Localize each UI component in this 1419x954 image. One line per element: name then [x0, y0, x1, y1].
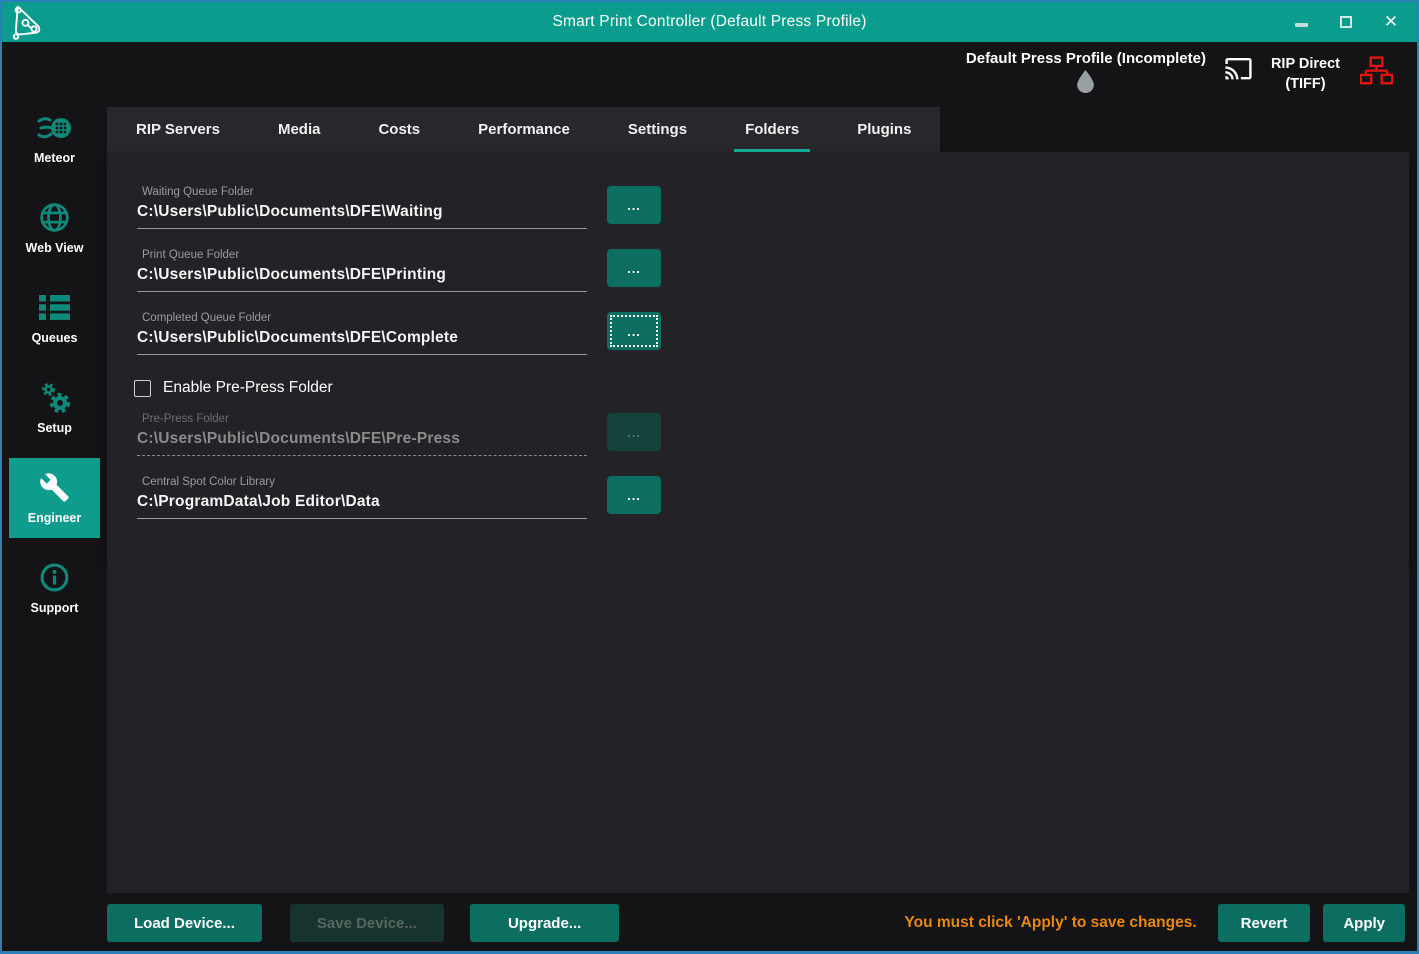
press-profile-label: Default Press Profile (Incomplete): [966, 50, 1206, 67]
title-bar: Smart Print Controller (Default Press Pr…: [2, 2, 1417, 42]
app-logo-icon: [7, 3, 49, 41]
load-device-button[interactable]: Load Device...: [107, 904, 262, 942]
sidebar-item-meteor[interactable]: Meteor: [9, 98, 100, 178]
completed-queue-browse-button[interactable]: ...: [607, 312, 661, 350]
app-window: Smart Print Controller (Default Press Pr…: [0, 0, 1419, 954]
gears-icon: [39, 382, 71, 414]
window-controls: ✕: [1293, 14, 1417, 30]
header-bar: Default Press Profile (Incomplete) RIP D…: [2, 42, 1417, 107]
revert-button[interactable]: Revert: [1218, 904, 1311, 942]
content-lower-area: [107, 560, 1409, 893]
upgrade-button[interactable]: Upgrade...: [470, 904, 619, 942]
field-label: Pre-Press Folder: [142, 413, 587, 425]
field-label: Central Spot Color Library: [142, 476, 587, 488]
tab-rip-servers[interactable]: RIP Servers: [107, 107, 249, 152]
sidebar-item-queues[interactable]: Queues: [9, 278, 100, 358]
field-label: Print Queue Folder: [142, 249, 587, 261]
tab-settings[interactable]: Settings: [599, 107, 716, 152]
tab-bar: RIP Servers Media Costs Performance Sett…: [107, 107, 940, 152]
window-title: Smart Print Controller (Default Press Pr…: [552, 13, 866, 31]
close-button[interactable]: ✕: [1383, 14, 1399, 30]
apply-button[interactable]: Apply: [1323, 904, 1405, 942]
completed-queue-folder-field: Completed Queue Folder C:\Users\Public\D…: [137, 312, 1409, 355]
info-icon: [39, 562, 70, 594]
completed-queue-folder-input[interactable]: C:\Users\Public\Documents\DFE\Complete: [137, 329, 587, 347]
sidebar-item-engineer[interactable]: Engineer: [9, 458, 100, 538]
sidebar-item-web-view[interactable]: Web View: [9, 188, 100, 268]
apply-warning-text: You must click 'Apply' to save changes.: [904, 914, 1196, 932]
wrench-icon: [39, 472, 70, 504]
globe-icon: [38, 202, 71, 234]
maximize-button[interactable]: [1338, 14, 1354, 30]
waiting-queue-folder-field: Waiting Queue Folder C:\Users\Public\Doc…: [137, 186, 1409, 229]
sidebar-nav: Meteor Web View Queues: [2, 42, 107, 951]
sidebar-item-label: Setup: [37, 421, 72, 435]
tab-costs[interactable]: Costs: [349, 107, 449, 152]
minimize-button[interactable]: [1293, 14, 1309, 30]
meteor-icon: [37, 112, 73, 144]
cast-icon[interactable]: [1224, 58, 1253, 83]
ink-droplet-icon: [1077, 70, 1094, 93]
tab-performance[interactable]: Performance: [449, 107, 599, 152]
sidebar-item-label: Meteor: [34, 151, 75, 165]
sidebar-item-label: Support: [31, 601, 79, 615]
sidebar-item-label: Web View: [26, 241, 84, 255]
field-label: Completed Queue Folder: [142, 312, 587, 324]
pre-press-browse-button: ...: [607, 413, 661, 451]
network-status-icon[interactable]: [1360, 56, 1393, 86]
tab-plugins[interactable]: Plugins: [828, 107, 940, 152]
press-profile-status: Default Press Profile (Incomplete): [966, 50, 1206, 93]
enable-pre-press-checkbox[interactable]: [134, 380, 151, 397]
rip-direct-status: RIP Direct (TIFF): [1271, 55, 1340, 94]
pre-press-folder-input: C:\Users\Public\Documents\DFE\Pre-Press: [137, 430, 587, 448]
central-spot-color-library-input[interactable]: C:\ProgramData\Job Editor\Data: [137, 493, 587, 511]
central-spot-color-library-field: Central Spot Color Library C:\ProgramDat…: [137, 476, 1409, 519]
rip-direct-line2: (TIFF): [1271, 75, 1340, 95]
tab-folders[interactable]: Folders: [716, 107, 828, 152]
enable-pre-press-label: Enable Pre-Press Folder: [163, 379, 333, 397]
print-queue-folder-input[interactable]: C:\Users\Public\Documents\DFE\Printing: [137, 266, 587, 284]
sidebar-item-label: Queues: [32, 331, 78, 345]
folders-panel: Waiting Queue Folder C:\Users\Public\Doc…: [107, 152, 1409, 560]
central-spot-color-browse-button[interactable]: ...: [607, 476, 661, 514]
field-label: Waiting Queue Folder: [142, 186, 587, 198]
sidebar-item-support[interactable]: Support: [9, 548, 100, 628]
queues-icon: [39, 292, 70, 324]
tab-media[interactable]: Media: [249, 107, 350, 152]
sidebar-item-setup[interactable]: Setup: [9, 368, 100, 448]
footer-bar: Load Device... Save Device... Upgrade...…: [107, 893, 1405, 953]
rip-direct-line1: RIP Direct: [1271, 55, 1340, 75]
waiting-queue-folder-input[interactable]: C:\Users\Public\Documents\DFE\Waiting: [137, 203, 587, 221]
print-queue-browse-button[interactable]: ...: [607, 249, 661, 287]
print-queue-folder-field: Print Queue Folder C:\Users\Public\Docum…: [137, 249, 1409, 292]
save-device-button[interactable]: Save Device...: [290, 904, 444, 942]
pre-press-folder-field: Pre-Press Folder C:\Users\Public\Documen…: [137, 413, 1409, 456]
waiting-queue-browse-button[interactable]: ...: [607, 186, 661, 224]
sidebar-item-label: Engineer: [28, 511, 82, 525]
enable-pre-press-row: Enable Pre-Press Folder: [134, 379, 1409, 397]
